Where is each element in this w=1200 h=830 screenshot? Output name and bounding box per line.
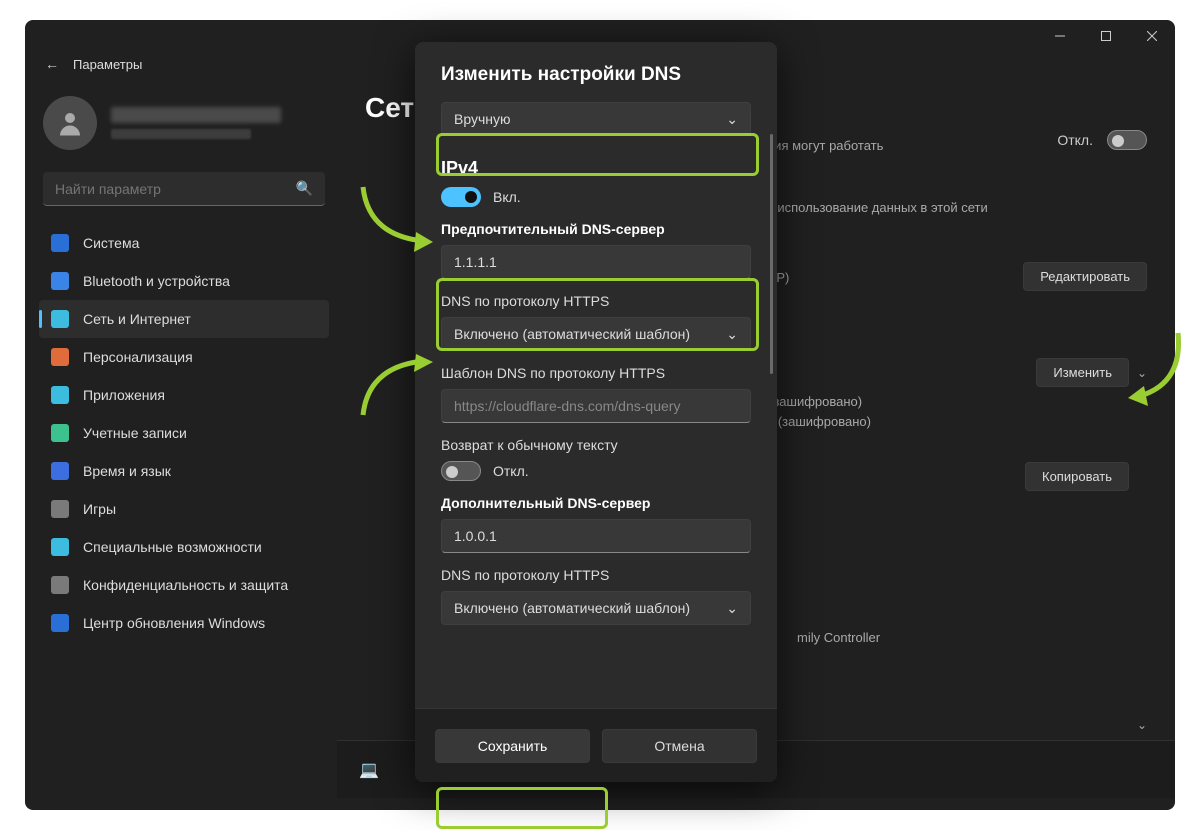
sidebar: 🔍 Система Bluetooth и устройства Сеть и Ин… <box>25 72 337 798</box>
save-button[interactable]: Сохранить <box>435 729 590 763</box>
avatar <box>43 96 97 150</box>
doh2-select[interactable]: Включено (автоматический шаблон) ⌄ <box>441 591 751 625</box>
nav-label: Специальные возможности <box>83 539 262 555</box>
sidebar-item-1[interactable]: Bluetooth и устройства <box>39 262 329 300</box>
row1-toggle[interactable] <box>1107 130 1147 150</box>
nav-label: Конфиденциальность и защита <box>83 577 288 593</box>
sidebar-item-4[interactable]: Приложения <box>39 376 329 414</box>
fallback-label: Возврат к обычному тексту <box>441 437 751 453</box>
frag-row6: mily Controller <box>797 630 880 645</box>
nav-icon <box>51 576 69 594</box>
nav-icon <box>51 348 69 366</box>
nav-label: Система <box>83 235 139 251</box>
sidebar-item-5[interactable]: Учетные записи <box>39 414 329 452</box>
row1-status: Откл. <box>1057 132 1093 148</box>
nav-label: Игры <box>83 501 116 517</box>
app-title: Параметры <box>73 57 142 72</box>
nav-list: Система Bluetooth и устройства Сеть и Инте… <box>39 224 329 642</box>
chevron-down-icon[interactable]: ⌄ <box>1137 366 1147 380</box>
template-label: Шаблон DNS по протоколу HTTPS <box>441 365 751 381</box>
nav-icon <box>51 424 69 442</box>
nav-icon <box>51 500 69 518</box>
doh2-label: DNS по протоколу HTTPS <box>441 567 751 583</box>
frag-row4b: (зашифровано) <box>769 394 862 409</box>
alt-dns-label: Дополнительный DNS-сервер <box>441 495 751 511</box>
frag-row2: ь использование данных в этой сети <box>767 200 988 215</box>
ipv4-section-title: IPv4 <box>441 158 751 179</box>
ipv4-toggle[interactable] <box>441 187 481 207</box>
nav-label: Учетные записи <box>83 425 187 441</box>
close-button[interactable] <box>1129 20 1175 52</box>
nav-icon <box>51 614 69 632</box>
sidebar-item-2[interactable]: Сеть и Интернет <box>39 300 329 338</box>
fallback-toggle[interactable] <box>441 461 481 481</box>
chevron-down-icon: ⌄ <box>726 600 738 617</box>
nav-icon <box>51 538 69 556</box>
ipv4-toggle-label: Вкл. <box>493 189 521 205</box>
pref-dns-label: Предпочтительный DNS-сервер <box>441 221 751 237</box>
dialog-scrollbar[interactable] <box>770 134 773 374</box>
edit-button[interactable]: Редактировать <box>1023 262 1147 291</box>
search-input[interactable] <box>43 172 325 206</box>
maximize-button[interactable] <box>1083 20 1129 52</box>
dns-settings-dialog: Изменить настройки DNS Вручную ⌄ IPv4 Вк… <box>415 42 777 782</box>
frag-row4c: 1 (зашифровано) <box>767 414 871 429</box>
display-icon[interactable]: 💻 <box>359 760 379 780</box>
chevron-down-icon-2[interactable]: ⌄ <box>1137 718 1147 732</box>
search-box[interactable]: 🔍 <box>43 172 325 206</box>
sidebar-item-0[interactable]: Система <box>39 224 329 262</box>
nav-icon <box>51 386 69 404</box>
nav-icon <box>51 234 69 252</box>
fallback-toggle-label: Откл. <box>493 463 529 479</box>
nav-icon <box>51 310 69 328</box>
user-block[interactable] <box>43 96 325 150</box>
window-controls <box>1037 20 1175 52</box>
chevron-down-icon: ⌄ <box>726 111 738 128</box>
chevron-down-icon: ⌄ <box>726 326 738 343</box>
cancel-button[interactable]: Отмена <box>602 729 757 763</box>
dialog-footer: Сохранить Отмена <box>415 708 777 782</box>
doh-label: DNS по протоколу HTTPS <box>441 293 751 309</box>
nav-label: Bluetooth и устройства <box>83 273 230 289</box>
search-icon: 🔍 <box>296 180 313 197</box>
sidebar-item-6[interactable]: Время и язык <box>39 452 329 490</box>
dialog-title: Изменить настройки DNS <box>441 64 751 86</box>
copy-button[interactable]: Копировать <box>1025 462 1129 491</box>
template-input <box>441 389 751 423</box>
back-arrow-icon[interactable]: ← <box>45 56 59 72</box>
sidebar-item-10[interactable]: Центр обновления Windows <box>39 604 329 642</box>
dns-mode-value: Вручную <box>454 111 511 127</box>
nav-label: Время и язык <box>83 463 171 479</box>
nav-icon <box>51 462 69 480</box>
nav-label: Центр обновления Windows <box>83 615 265 631</box>
doh-select[interactable]: Включено (автоматический шаблон) ⌄ <box>441 317 751 351</box>
nav-label: Сеть и Интернет <box>83 311 191 327</box>
sidebar-item-7[interactable]: Игры <box>39 490 329 528</box>
minimize-button[interactable] <box>1037 20 1083 52</box>
change-button[interactable]: Изменить <box>1036 358 1129 387</box>
dns-mode-select[interactable]: Вручную ⌄ <box>441 102 751 136</box>
nav-label: Приложения <box>83 387 165 403</box>
alt-dns-input[interactable] <box>441 519 751 553</box>
user-name-redacted <box>111 107 281 123</box>
row1-right: Откл. <box>1057 130 1147 150</box>
nav-icon <box>51 272 69 290</box>
nav-label: Персонализация <box>83 349 193 365</box>
pref-dns-input[interactable] <box>441 245 751 279</box>
user-email-redacted <box>111 129 251 139</box>
sidebar-item-9[interactable]: Конфиденциальность и защита <box>39 566 329 604</box>
frag-row1: ния могут работать <box>767 138 883 153</box>
sidebar-item-8[interactable]: Специальные возможности <box>39 528 329 566</box>
doh-value: Включено (автоматический шаблон) <box>454 326 690 342</box>
doh2-value: Включено (автоматический шаблон) <box>454 600 690 616</box>
sidebar-item-3[interactable]: Персонализация <box>39 338 329 376</box>
